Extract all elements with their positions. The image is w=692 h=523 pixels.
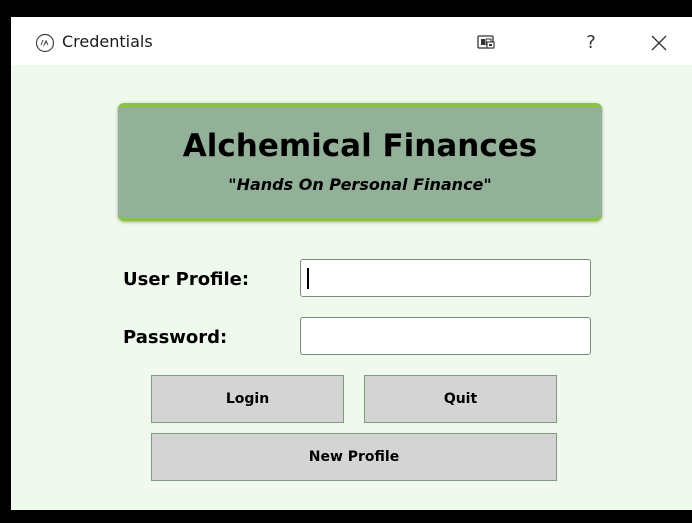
- quit-button[interactable]: Quit: [364, 375, 557, 423]
- banner-title: Alchemical Finances: [182, 128, 538, 164]
- app-banner: Alchemical Finances "Hands On Personal F…: [118, 103, 602, 221]
- close-button[interactable]: [642, 29, 676, 57]
- user-profile-label: User Profile:: [123, 269, 250, 290]
- new-profile-button[interactable]: New Profile: [151, 433, 557, 481]
- title-bar[interactable]: ⁄ Credentials ?: [11, 17, 692, 65]
- login-button[interactable]: Login: [151, 375, 344, 423]
- snap-layout-button[interactable]: [465, 29, 507, 57]
- close-icon: [651, 35, 667, 51]
- text-caret: [307, 268, 309, 289]
- app-icon: ⁄: [35, 33, 55, 53]
- snap-layout-icon: [477, 35, 495, 49]
- window-title: Credentials: [62, 32, 153, 51]
- help-button[interactable]: ?: [575, 29, 607, 57]
- banner-subtitle: "Hands On Personal Finance": [228, 175, 492, 194]
- password-input[interactable]: [300, 317, 591, 355]
- password-label: Password:: [123, 327, 228, 348]
- credentials-window: ⁄ Credentials ? Alchemical Finances "Han…: [11, 17, 692, 510]
- user-profile-input[interactable]: [300, 259, 591, 297]
